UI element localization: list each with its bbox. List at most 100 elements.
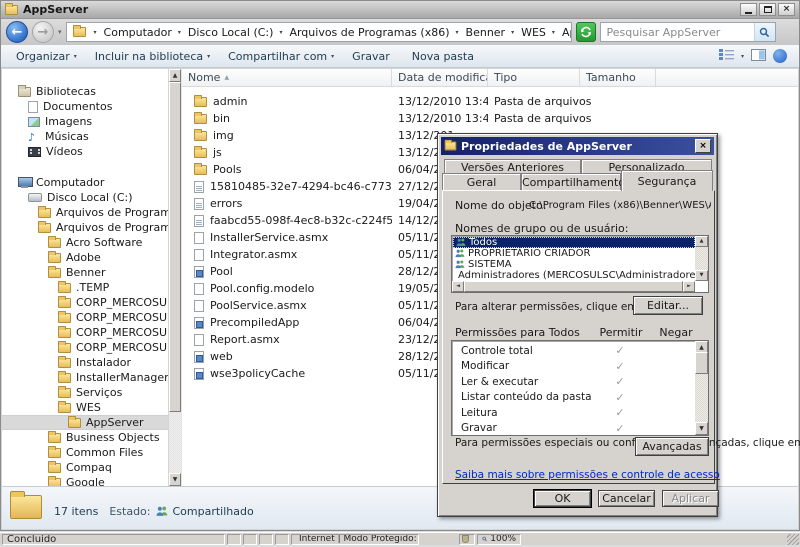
scrollbar-thumb[interactable] — [464, 281, 683, 292]
file-row[interactable]: admin 13/12/2010 13:46 Pasta de arquivos — [182, 93, 798, 110]
user-list-item[interactable]: PROPRIETÁRIO CRIADOR — [453, 248, 695, 259]
user-list-hscrollbar[interactable]: ◄ ► — [452, 281, 695, 292]
tab-sharing[interactable]: Compartilhamento — [521, 173, 621, 190]
sidebar-tree-item[interactable]: Computador — [2, 175, 168, 190]
breadcrumb-root[interactable] — [72, 27, 103, 37]
tree-item-label: AppServer — [86, 416, 144, 429]
sidebar-tree-item[interactable]: .TEMP — [2, 280, 168, 295]
sidebar-tree-item[interactable]: AppServer — [2, 415, 168, 430]
edit-button[interactable]: Editar... — [633, 296, 703, 315]
permission-row[interactable]: Modificar ✓ — [453, 359, 695, 375]
maximize-button[interactable] — [759, 3, 776, 16]
breadcrumb-segment[interactable]: Benner — [465, 26, 521, 39]
sidebar-tree-item[interactable]: Imagens — [2, 114, 168, 129]
column-header-type[interactable]: Tipo — [488, 69, 580, 86]
refresh-button[interactable] — [576, 22, 596, 42]
dialog-title-bar[interactable]: Propriedades de AppServer × — [441, 137, 714, 155]
search-button[interactable] — [754, 23, 775, 41]
tab-versions[interactable]: Versões Anteriores — [444, 159, 581, 174]
tab-security[interactable]: Segurança — [621, 170, 713, 191]
user-list-vscrollbar[interactable]: ▲ ▼ — [695, 236, 708, 281]
scroll-down-icon[interactable]: ▼ — [695, 422, 708, 435]
sidebar-tree-item[interactable]: Acro Software — [2, 235, 168, 250]
sidebar-tree-item[interactable]: Vídeos — [2, 144, 168, 159]
learn-more-link[interactable]: Saiba mais sobre permissões e controle d… — [455, 469, 720, 481]
breadcrumb-segment[interactable]: WES — [520, 26, 561, 39]
toolbar-button[interactable]: Nova pasta — [403, 45, 487, 67]
scroll-up-icon[interactable]: ▲ — [169, 69, 181, 82]
breadcrumb-segment[interactable]: Computador — [103, 26, 187, 39]
sidebar-tree-item[interactable]: Adobe — [2, 250, 168, 265]
toolbar-button[interactable]: Gravar — [343, 45, 403, 67]
forward-button[interactable]: → — [32, 21, 54, 43]
back-button[interactable]: ← — [6, 21, 28, 43]
column-header-size[interactable]: Tamanho — [580, 69, 656, 86]
dialog-folder-icon — [445, 142, 457, 151]
groups-users-label: Nomes de grupo ou de usuário: — [455, 222, 628, 235]
sidebar-tree-item[interactable]: Compaq — [2, 460, 168, 475]
change-view-button[interactable] — [719, 49, 734, 63]
sidebar-tree-item[interactable]: Business Objects — [2, 430, 168, 445]
title-bar[interactable]: AppServer × — [1, 1, 799, 19]
resize-grip[interactable] — [787, 534, 799, 545]
sidebar-tree-item[interactable]: WES — [2, 400, 168, 415]
sidebar-tree-item[interactable]: Documentos — [2, 99, 168, 114]
views-dropdown-icon[interactable]: ▾ — [741, 53, 744, 60]
search-input[interactable] — [601, 26, 754, 39]
dialog-close-button[interactable]: × — [695, 139, 711, 153]
file-row[interactable]: bin 13/12/2010 13:46 Pasta de arquivos — [182, 110, 798, 127]
permission-row[interactable]: Leitura ✓ — [453, 405, 695, 421]
scrollbar-thumb[interactable] — [169, 82, 181, 412]
user-list-item[interactable]: Todos — [453, 237, 695, 248]
sidebar-tree-item[interactable]: Arquivos de Programas (x86) — [2, 220, 168, 235]
column-header-name[interactable]: Nome ▲ — [182, 69, 392, 86]
breadcrumb-segment[interactable]: Disco Local (C:) — [187, 26, 289, 39]
sidebar-tree-item[interactable]: Bibliotecas — [2, 84, 168, 99]
sidebar-tree-item[interactable]: Arquivos de Programas — [2, 205, 168, 220]
sidebar-tree-item[interactable]: Instalador — [2, 355, 168, 370]
cancel-button[interactable]: Cancelar — [598, 490, 655, 507]
toolbar-button[interactable]: Incluir na biblioteca ▾ — [86, 45, 219, 67]
recent-pages-chevron-icon[interactable]: ▾ — [58, 28, 62, 36]
sidebar-tree-item[interactable]: Benner — [2, 265, 168, 280]
minimize-button[interactable] — [740, 3, 757, 16]
toolbar-button[interactable]: Organizar ▾ — [7, 45, 86, 67]
user-list-item[interactable]: Administradores (MERCOSULSC\Administrado… — [453, 270, 695, 281]
close-button[interactable]: × — [778, 3, 795, 16]
column-header-date[interactable]: Data de modificação — [392, 69, 488, 86]
sidebar-tree-item[interactable]: Google — [2, 475, 168, 486]
sidebar-tree-item[interactable]: CORP_MERCOSUL_TESTE — [2, 325, 168, 340]
preview-pane-button[interactable] — [751, 49, 766, 64]
permission-row[interactable]: Gravar ✓ — [453, 421, 695, 437]
sidebar-tree-item[interactable]: Disco Local (C:) — [2, 190, 168, 205]
views-icon — [719, 49, 734, 60]
sidebar-tree-item[interactable]: CORP_MERCOSUL_TESTE. — [2, 340, 168, 355]
breadcrumb-segment[interactable]: Arquivos de Programas (x86) — [288, 26, 464, 39]
scroll-down-icon[interactable]: ▼ — [695, 270, 708, 281]
ie-zoom-cell[interactable]: 100% — [477, 534, 521, 545]
scroll-right-icon[interactable]: ► — [683, 281, 695, 292]
advanced-button[interactable]: Avançadas — [635, 437, 709, 456]
scroll-left-icon[interactable]: ◄ — [452, 281, 464, 292]
user-list-item[interactable]: SISTEMA — [453, 259, 695, 270]
scroll-down-icon[interactable]: ▼ — [169, 473, 181, 486]
sidebar-tree-item[interactable]: CORP_MERCOSUL.Reports — [2, 310, 168, 325]
sidebar-tree-item[interactable]: Common Files — [2, 445, 168, 460]
sidebar-tree-item[interactable]: InstallerManager — [2, 370, 168, 385]
toolbar-button[interactable]: Compartilhar com ▾ — [219, 45, 343, 67]
sidebar-tree-item[interactable]: Serviços — [2, 385, 168, 400]
permissions-vscrollbar[interactable]: ▲ ▼ — [695, 341, 708, 435]
permission-row[interactable]: Controle total ✓ — [453, 343, 695, 359]
permission-row[interactable]: Listar conteúdo da pasta ✓ — [453, 390, 695, 406]
sidebar-tree-item[interactable]: CORP_MERCOSUL — [2, 295, 168, 310]
sidebar-tree-item[interactable]: Músicas — [2, 129, 168, 144]
breadcrumb[interactable]: ComputadorDisco Local (C:)Arquivos de Pr… — [66, 22, 572, 42]
help-icon[interactable] — [773, 49, 787, 63]
ok-button[interactable]: OK — [534, 490, 591, 507]
permission-row[interactable]: Ler & executar ✓ — [453, 374, 695, 390]
tab-general[interactable]: Geral — [442, 173, 521, 190]
scrollbar-thumb[interactable] — [695, 352, 708, 374]
scroll-up-icon[interactable]: ▲ — [695, 236, 708, 247]
breadcrumb-segment[interactable]: AppServer — [561, 26, 572, 39]
sidebar-scrollbar[interactable]: ▲ ▼ — [168, 69, 181, 486]
